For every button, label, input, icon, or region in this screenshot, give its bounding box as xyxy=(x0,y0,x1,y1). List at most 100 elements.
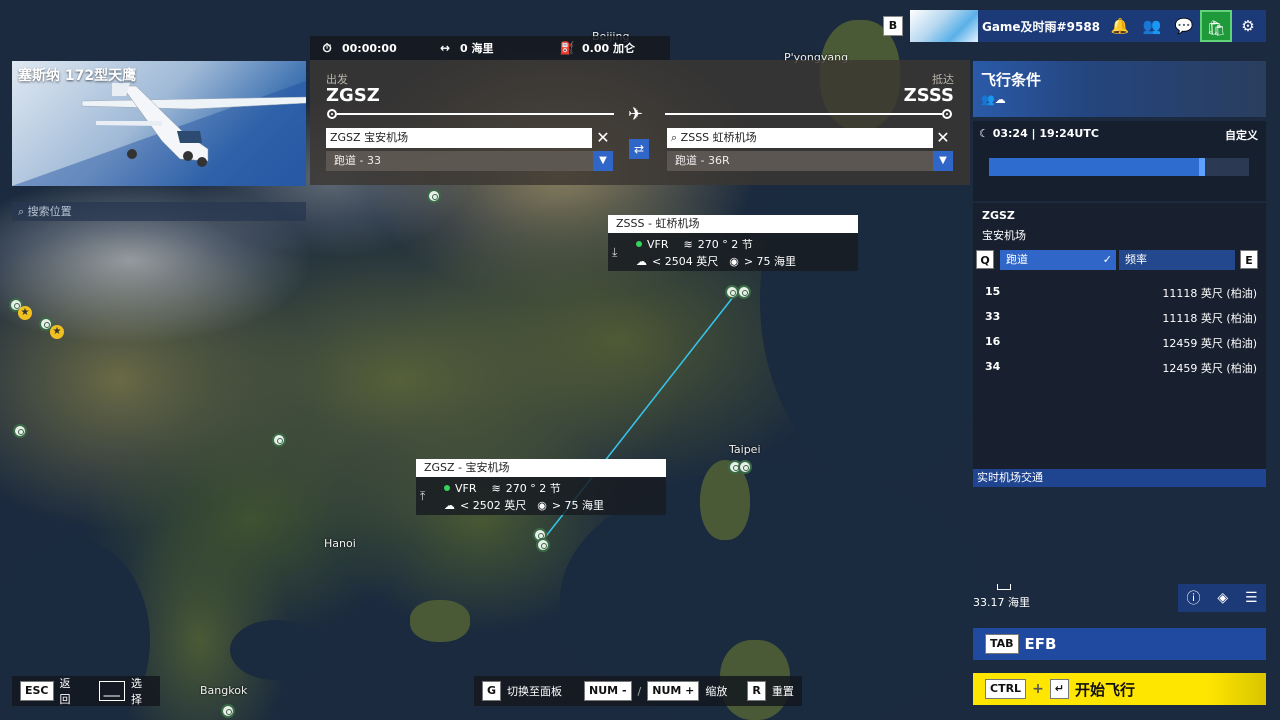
departure-code: ZGSZ xyxy=(326,85,380,106)
arrival-code: ZSSS xyxy=(903,85,954,106)
layers-icon[interactable]: ◈ xyxy=(1217,590,1228,606)
preset-label[interactable]: 自定义 xyxy=(1225,127,1258,143)
airplane-icon: ✈ xyxy=(628,104,644,125)
star-airport-icon[interactable]: ★ xyxy=(18,306,32,320)
fuel-value: 0.00 加仑 xyxy=(582,42,635,55)
visibility-value: > 75 海里 xyxy=(743,255,797,268)
time-of-day-panel: ☾ 03:24 | 19:24UTC 自定义 xyxy=(973,121,1266,201)
departure-point-icon xyxy=(327,109,337,119)
runway-id: 34 xyxy=(985,360,1001,373)
airport-marker[interactable] xyxy=(536,538,550,552)
airport-marker[interactable] xyxy=(221,704,235,718)
friends-icon[interactable]: 👥 xyxy=(1136,10,1168,42)
moon-icon: ☾ xyxy=(979,127,993,140)
visibility-eye-icon: ◉ xyxy=(537,498,547,512)
list-item: 33 11118 英尺 (柏油) xyxy=(985,306,1257,331)
select-label[interactable]: 选择 xyxy=(131,675,152,707)
city-label: Bangkok xyxy=(200,684,248,697)
reset-label[interactable]: 重置 xyxy=(772,683,794,699)
back-label[interactable]: 返回 xyxy=(60,675,81,707)
airport-marker[interactable] xyxy=(738,460,752,474)
efb-button[interactable]: TAB EFB xyxy=(973,628,1266,660)
arrival-point-icon xyxy=(942,109,952,119)
route-line-left xyxy=(337,113,614,115)
map-scale: 33.17 海里 xyxy=(973,584,1030,610)
slider-handle[interactable] xyxy=(1199,158,1206,176)
arrival-airport-callout[interactable]: ZSSS - 虹桥机场 ⤓ VFR ≋ 270 ° 2 节 ☁ < 2504 英… xyxy=(608,215,858,271)
start-flight-button[interactable]: CTRL + ↵ 开始飞行 xyxy=(973,673,1266,705)
vfr-status-icon xyxy=(636,241,642,247)
fuel: ⛽ 0.00 加仑 xyxy=(550,40,670,56)
departure-airport-value: ZGSZ 宝安机场 xyxy=(330,131,409,144)
bottom-center-hints: G 切换至面板 NUM - / NUM + 缩放 R 重置 xyxy=(474,676,802,706)
aircraft-selection-card[interactable]: 塞斯纳 172型天鹰 xyxy=(12,61,306,186)
b-key-hint[interactable]: B xyxy=(883,16,903,36)
location-search-input[interactable]: ⌕ 搜索位置 xyxy=(12,202,306,221)
g-key-hint[interactable]: G xyxy=(482,681,502,701)
time-of-day-slider[interactable] xyxy=(989,158,1249,176)
info-icon[interactable]: ⓘ xyxy=(1186,588,1200,608)
chat-icon[interactable]: 💬 xyxy=(1168,10,1200,42)
wind-icon: ≋ xyxy=(683,237,693,251)
arrival-runway-value: 跑道 - 36R xyxy=(675,154,730,167)
clear-departure-button[interactable]: ✕ xyxy=(593,128,613,148)
cloud-icon: ☁ xyxy=(636,254,647,268)
tab-key-hint: TAB xyxy=(985,634,1019,654)
airport-marker[interactable] xyxy=(272,433,286,447)
route-line-right xyxy=(665,113,942,115)
tab-label: 频率 xyxy=(1125,253,1147,266)
swap-airports-button[interactable]: ⇄ xyxy=(629,139,649,159)
live-airport-traffic-toggle[interactable]: 实时机场交通 xyxy=(973,469,1266,487)
tab-runways[interactable]: 跑道 ✓ xyxy=(1000,250,1116,270)
num-plus-key-hint[interactable]: NUM + xyxy=(647,681,700,701)
list-item: 15 11118 英尺 (柏油) xyxy=(985,281,1257,306)
zoom-label[interactable]: 缩放 xyxy=(705,683,727,699)
avatar xyxy=(910,10,978,42)
efb-label: EFB xyxy=(1024,635,1057,653)
profile-card[interactable]: Game及时雨#9588 xyxy=(910,10,1104,42)
r-key-hint[interactable]: R xyxy=(747,681,766,701)
callout-row-1: VFR ≋ 270 ° 2 节 xyxy=(444,480,561,496)
runway-length: 12459 英尺 (柏油) xyxy=(1162,362,1257,375)
star-airport-icon[interactable]: ★ xyxy=(50,325,64,339)
arrival-runway-select[interactable]: 跑道 - 36R ▼ xyxy=(667,151,953,171)
filter-sliders-icon[interactable]: ☰ xyxy=(1245,590,1258,606)
e-key-hint[interactable]: E xyxy=(1240,250,1258,269)
start-flight-label: 开始飞行 xyxy=(1075,680,1136,699)
plus-sign: + xyxy=(1032,681,1044,697)
time-readout: ☾ 03:24 | 19:24UTC xyxy=(979,127,1099,140)
airport-info-panel: ZGSZ 宝安机场 Q 跑道 ✓ 频率 E 15 11118 英尺 (柏油) 3… xyxy=(973,203,1266,487)
stopwatch-icon: ⏱ xyxy=(322,40,332,55)
tab-label: 跑道 xyxy=(1006,253,1028,266)
notifications-bell-icon[interactable]: 🔔 xyxy=(1104,10,1136,42)
arrival-airport-field[interactable]: ⌕ ZSSS 虹桥机场 xyxy=(667,128,933,148)
wind-value: 270 ° 2 节 xyxy=(697,238,753,251)
num-minus-key-hint[interactable]: NUM - xyxy=(584,681,632,701)
slider-fill xyxy=(989,158,1203,176)
switch-panel-label[interactable]: 切换至面板 xyxy=(507,683,562,699)
time-value: 00:00:00 xyxy=(342,41,397,55)
gear-icon[interactable]: ⚙ xyxy=(1232,10,1264,42)
bottom-left-hints: ESC 返回 ___ 选择 xyxy=(12,676,160,706)
departure-airport-callout[interactable]: ZGSZ - 宝安机场 ⤒ VFR ≋ 270 ° 2 节 ☁ < 2502 英… xyxy=(416,459,666,515)
airport-marker[interactable] xyxy=(13,424,27,438)
airport-marker[interactable] xyxy=(737,285,751,299)
runway-length: 11118 英尺 (柏油) xyxy=(1162,312,1257,325)
chevron-down-icon: ▼ xyxy=(933,151,953,171)
tab-frequencies[interactable]: 频率 xyxy=(1119,250,1235,270)
gamertag: Game及时雨#9588 xyxy=(981,19,1101,34)
flight-rules: VFR xyxy=(455,481,477,495)
city-label: Hanoi xyxy=(324,537,356,550)
departure-airport-field[interactable]: ZGSZ 宝安机场 xyxy=(326,128,592,148)
marketplace-icon[interactable]: 🛍 xyxy=(1200,10,1232,42)
q-key-hint[interactable]: Q xyxy=(976,250,994,269)
separator: / xyxy=(637,684,642,698)
esc-key-hint[interactable]: ESC xyxy=(20,681,54,701)
ctrl-key-hint: CTRL xyxy=(985,679,1027,699)
departure-runway-select[interactable]: 跑道 - 33 ▼ xyxy=(326,151,613,171)
clear-arrival-button[interactable]: ✕ xyxy=(933,128,953,148)
airport-marker[interactable] xyxy=(427,189,441,203)
flight-conditions-header[interactable]: 飞行条件 👥☁ xyxy=(973,61,1266,117)
space-key-hint[interactable]: ___ xyxy=(98,681,125,701)
top-icon-bar: 🔔 👥 💬 🛍 ⚙ xyxy=(1104,10,1266,42)
